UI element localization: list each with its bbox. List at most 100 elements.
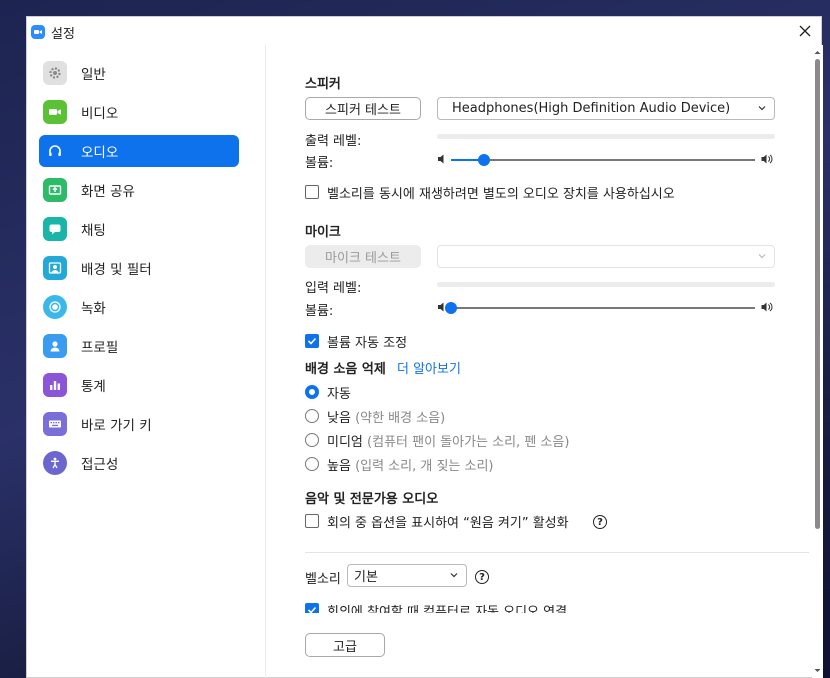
noise-option-hint: (약한 배경 소음) (355, 411, 446, 426)
sidebar-item-label: 비디오 (81, 106, 119, 122)
sidebar-item-audio[interactable]: 오디오 (39, 135, 239, 167)
test-speaker-button[interactable]: 스피커 테스트 (305, 97, 421, 120)
music-audio-title: 음악 및 전문가용 오디오 (305, 492, 439, 507)
advanced-button[interactable]: 고급 (305, 633, 385, 657)
auto-join-checkbox[interactable] (305, 603, 319, 613)
test-mic-button[interactable]: 마이크 테스트 (305, 245, 421, 268)
output-level-label: 출력 레벨: (305, 134, 362, 149)
mic-section-title: 마이크 (305, 225, 341, 240)
original-sound-label: 회의 중 옵션을 표시하여 “원음 켜기” 활성화 (327, 516, 569, 531)
title-bar: 설정 (27, 17, 821, 45)
speaker-device-select[interactable]: Headphones(High Definition Audio Device) (437, 97, 775, 120)
zoom-app-icon (31, 25, 45, 39)
auto-volume-label: 볼륨 자동 조정 (327, 336, 408, 351)
sidebar-item-video[interactable]: 비디오 (39, 96, 239, 128)
noise-option-hint: (입력 소리, 개 짖는 소리) (355, 459, 494, 474)
noise-option-label: 높음 (327, 459, 351, 474)
noise-auto-radio[interactable] (305, 385, 319, 399)
noise-option-row: 미디엄 (컴퓨터 팬이 돌아가는 소리, 펜 소음) (327, 431, 569, 450)
noise-suppression-title: 배경 소음 억제 (305, 362, 386, 377)
keyboard-icon (43, 412, 67, 436)
mic-volume-label: 볼륨: (305, 304, 334, 319)
window-title: 설정 (51, 27, 75, 42)
noise-option-label: 낮음 (327, 411, 351, 426)
sidebar-item-profile[interactable]: 프로필 (39, 330, 239, 362)
sidebar-item-label: 오디오 (81, 145, 119, 161)
noise-option-label: 미디엄 (327, 435, 363, 450)
video-camera-icon (43, 100, 67, 124)
profile-icon (43, 334, 67, 358)
accessibility-icon (43, 451, 67, 475)
headphones-icon (43, 139, 67, 163)
learn-more-link[interactable]: 더 알아보기 (397, 358, 461, 377)
auto-volume-checkbox[interactable] (305, 334, 319, 348)
speaker-volume-label: 볼륨: (305, 156, 334, 171)
input-level-label: 입력 레벨: (305, 281, 362, 296)
audio-settings-panel: 스피커 스피커 테스트 Headphones(High Definition A… (267, 45, 823, 678)
sidebar-item-label: 일반 (81, 67, 106, 83)
scroll-up-icon[interactable] (814, 49, 821, 56)
volume-low-icon (438, 154, 444, 164)
sidebar-item-share-screen[interactable]: 화면 공유 (39, 174, 239, 206)
section-divider (305, 552, 809, 553)
ringtone-value: 기본 (354, 570, 378, 585)
auto-join-row-clipped: 회의에 참여할 때 컴퓨터로 자동 오디오 연결 (305, 601, 795, 613)
checkmark-icon (307, 337, 317, 345)
scroll-down-icon[interactable] (814, 667, 821, 674)
sidebar-item-background[interactable]: 배경 및 필터 (39, 252, 239, 284)
speaker-section-title: 스피커 (305, 77, 341, 92)
sidebar-item-statistics[interactable]: 통계 (39, 369, 239, 401)
sidebar-item-label: 접근성 (81, 457, 119, 473)
original-sound-checkbox[interactable] (305, 514, 319, 528)
sidebar-item-label: 바로 가기 키 (81, 418, 152, 434)
sidebar-item-chat[interactable]: 채팅 (39, 213, 239, 245)
scrollbar[interactable] (812, 45, 823, 678)
mic-device-select[interactable] (437, 245, 775, 268)
close-button[interactable] (797, 23, 813, 39)
noise-option-row: 높음 (입력 소리, 개 짖는 소리) (327, 455, 494, 474)
chevron-down-icon (758, 254, 766, 259)
share-screen-icon (43, 178, 67, 202)
volume-high-icon (761, 154, 773, 164)
speaker-volume-slider[interactable] (478, 154, 491, 166)
output-level-meter (437, 134, 775, 139)
separate-ringtone-checkbox[interactable] (305, 185, 319, 199)
mic-volume-slider[interactable] (445, 302, 457, 314)
sidebar-item-label: 배경 및 필터 (81, 262, 152, 278)
help-icon[interactable]: ? (475, 570, 489, 584)
sidebar-item-label: 화면 공유 (81, 184, 135, 200)
help-icon[interactable]: ? (593, 515, 607, 529)
mic-volume-track[interactable] (451, 307, 755, 309)
input-level-meter (437, 282, 775, 287)
noise-option-hint: (컴퓨터 팬이 돌아가는 소리, 펜 소음) (367, 435, 570, 450)
background-icon (43, 256, 67, 280)
chevron-down-icon (758, 106, 766, 111)
sidebar-item-label: 채팅 (81, 223, 106, 239)
sidebar-item-shortcuts[interactable]: 바로 가기 키 (39, 408, 239, 440)
speaker-volume-track[interactable] (451, 159, 755, 161)
sidebar-item-label: 통계 (81, 379, 106, 395)
noise-option-label: 자동 (327, 387, 351, 402)
statistics-icon (43, 373, 67, 397)
gear-icon (43, 61, 67, 85)
sidebar-item-general[interactable]: 일반 (39, 57, 239, 89)
separate-ringtone-label: 벨소리를 동시에 재생하려면 별도의 오디오 장치를 사용하십시오 (327, 187, 675, 202)
settings-sidebar: 일반 비디오 오디오 화면 공유 채팅 배경 및 필터 녹화 프로필 통계 바로… (27, 45, 266, 678)
checkmark-icon (307, 606, 317, 613)
sidebar-item-label: 프로필 (81, 340, 119, 356)
sidebar-item-recording[interactable]: 녹화 (39, 291, 239, 323)
sidebar-item-accessibility[interactable]: 접근성 (39, 447, 239, 479)
chat-icon (43, 217, 67, 241)
record-icon (43, 295, 67, 319)
noise-medium-radio[interactable] (305, 433, 319, 447)
settings-window: 설정 일반 비디오 오디오 화면 공유 채팅 배경 및 필터 녹화 프로필 통계… (26, 16, 823, 678)
close-icon (799, 25, 811, 37)
ringtone-label: 벨소리 (305, 572, 341, 587)
noise-low-radio[interactable] (305, 409, 319, 423)
ringtone-select[interactable]: 기본 (347, 564, 467, 587)
chevron-down-icon (450, 573, 458, 578)
noise-high-radio[interactable] (305, 457, 319, 471)
speaker-device-value: Headphones(High Definition Audio Device) (452, 101, 731, 116)
auto-join-label: 회의에 참여할 때 컴퓨터로 자동 오디오 연결 (327, 605, 568, 613)
scrollbar-thumb[interactable] (815, 59, 820, 529)
